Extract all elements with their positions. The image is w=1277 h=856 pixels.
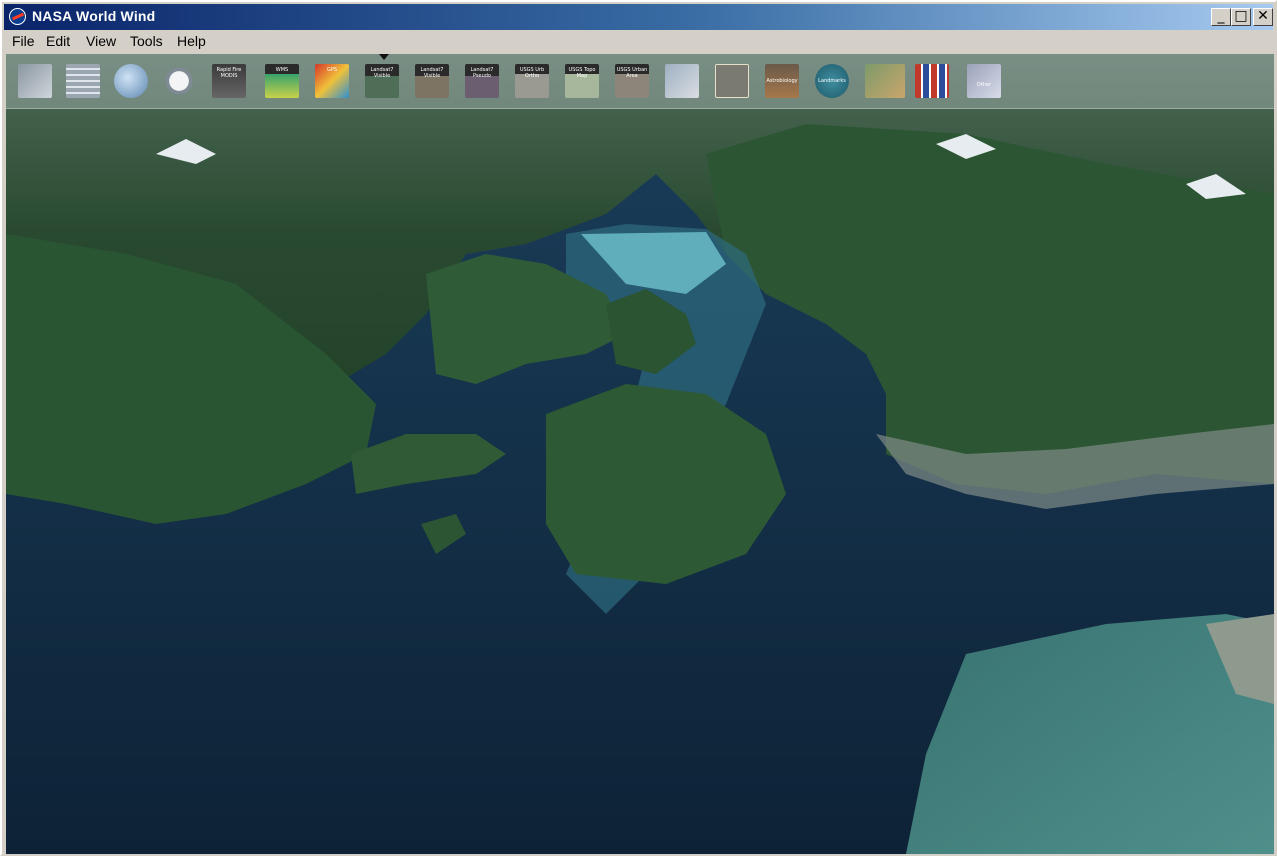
wms-icon[interactable]: WMS	[265, 64, 299, 98]
menu-tools[interactable]: Tools	[130, 33, 163, 49]
landmarks-icon[interactable]: Landmarks	[815, 64, 849, 98]
window-title: NASA World Wind	[32, 8, 156, 24]
close-button[interactable]: ✕	[1253, 8, 1273, 26]
place-finder-magnifier-icon[interactable]	[162, 64, 196, 98]
usgs-urban-ortho-icon[interactable]: USGS Urb Ortho	[515, 64, 549, 98]
usgs-topo-map-icon[interactable]: USGS Topo Map	[565, 64, 599, 98]
maximize-button[interactable]: □	[1231, 8, 1251, 26]
landsat-visible-icon[interactable]: Landsat7 Visible	[365, 64, 399, 98]
nasa-logo-icon	[9, 8, 26, 25]
layer-stack-icon[interactable]	[18, 64, 52, 98]
usa-map-icon[interactable]	[865, 64, 905, 98]
usgs-urban-area-icon[interactable]: USGS Urban Area	[615, 64, 649, 98]
gps-color-icon[interactable]: GPS	[315, 64, 349, 98]
lat-lon-grid-icon[interactable]	[66, 64, 100, 98]
globe-viewport[interactable]: Rapid Fire MODIS WMS GPS Landsat7 Visibl…	[6, 54, 1274, 854]
other-layers-icon[interactable]: Other	[967, 64, 1001, 98]
flags-icon[interactable]	[915, 64, 949, 98]
menu-file[interactable]: File	[12, 33, 35, 49]
modis-icon[interactable]: Rapid Fire MODIS	[212, 64, 246, 98]
boundaries-map-icon[interactable]	[665, 64, 699, 98]
landsat-pseudo-icon[interactable]: Landsat7 Pseudo	[465, 64, 499, 98]
astrobiology-icon[interactable]: Astrobiology	[765, 64, 799, 98]
layer-toolbar: Rapid Fire MODIS WMS GPS Landsat7 Visibl…	[6, 54, 1274, 109]
menu-help[interactable]: Help	[177, 33, 206, 49]
menu-view[interactable]: View	[86, 33, 116, 49]
landsat-visible-2-icon[interactable]: Landsat7 Visible	[415, 64, 449, 98]
globe-icon[interactable]	[114, 64, 148, 98]
title-bar[interactable]: NASA World Wind _ □ ✕	[4, 4, 1273, 30]
satellite-terrain-view[interactable]	[6, 54, 1274, 854]
menu-edit[interactable]: Edit	[46, 33, 70, 49]
menu-bar: File Edit View Tools Help	[4, 30, 1273, 52]
minimize-button[interactable]: _	[1211, 8, 1231, 26]
selected-arrow-indicator	[379, 54, 389, 60]
app-window: NASA World Wind _ □ ✕ File Edit View Too…	[0, 0, 1277, 856]
place-names-icon[interactable]	[715, 64, 749, 98]
